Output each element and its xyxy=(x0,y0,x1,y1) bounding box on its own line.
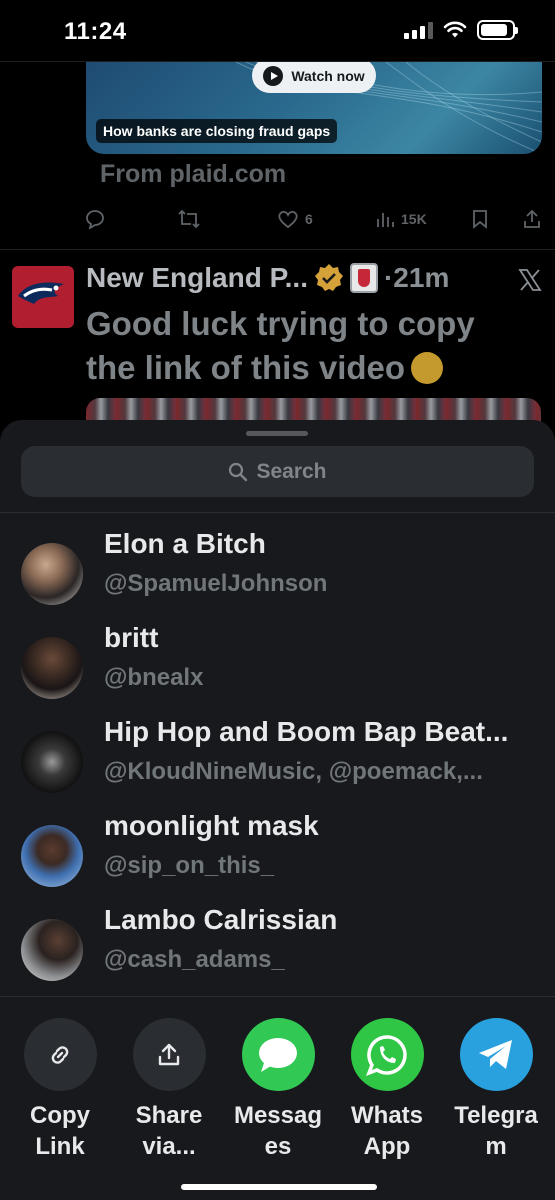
promo-source-link[interactable]: From plaid.com xyxy=(100,160,286,189)
status-time: 11:24 xyxy=(64,18,127,45)
contact-handle: @KloudNineMusic, @poemack,... xyxy=(104,758,483,785)
share-via-button[interactable]: Share via... xyxy=(119,1018,219,1162)
contact-row[interactable]: Lambo Calrissian @cash_adams_ xyxy=(0,904,555,998)
like-button[interactable]: 6 xyxy=(277,209,313,229)
cellular-signal-icon xyxy=(404,21,433,39)
promo-video-card[interactable]: Watch now How banks are closing fraud ga… xyxy=(86,62,542,154)
contact-row[interactable]: moonlight mask @sip_on_this_ xyxy=(0,810,555,904)
contact-row[interactable]: britt @bnealx xyxy=(0,622,555,716)
whatsapp-share-button[interactable]: Whats App xyxy=(337,1018,437,1162)
tweet-time: ·21m xyxy=(383,262,450,293)
contact-handle: @sip_on_this_ xyxy=(104,852,275,879)
search-icon xyxy=(229,462,248,481)
watch-now-label: Watch now xyxy=(291,67,365,84)
contact-handle: @bnealx xyxy=(104,664,204,691)
telegram-icon xyxy=(459,1018,533,1091)
author-avatar[interactable] xyxy=(12,266,74,328)
author-name[interactable]: New England P... xyxy=(86,262,308,294)
messages-share-button[interactable]: Messag es xyxy=(228,1018,328,1162)
contact-name: britt xyxy=(104,622,159,653)
link-icon xyxy=(23,1018,97,1091)
divider xyxy=(0,996,555,997)
relieved-face-emoji-icon xyxy=(411,352,444,384)
views-button[interactable]: 15K xyxy=(375,209,427,229)
search-placeholder: Search xyxy=(256,459,327,483)
search-input[interactable]: Search xyxy=(21,446,534,497)
contact-name: Lambo Calrissian xyxy=(104,904,338,935)
nfl-affiliate-badge-icon xyxy=(349,263,378,293)
share-icon xyxy=(524,209,540,228)
messages-label: Messag es xyxy=(233,1102,323,1160)
share-upload-icon xyxy=(132,1018,206,1091)
contact-row[interactable]: Elon a Bitch @SpamuelJohnson xyxy=(0,528,555,622)
battery-icon xyxy=(477,20,518,40)
contact-name: moonlight mask xyxy=(104,810,319,841)
bookmark-button[interactable] xyxy=(471,209,489,229)
tweet-actions: 6 15K xyxy=(84,205,549,241)
patriots-logo-icon xyxy=(18,282,64,304)
x-logo-icon xyxy=(518,269,542,291)
promo-caption: How banks are closing fraud gaps xyxy=(96,119,338,143)
watch-now-button[interactable]: Watch now xyxy=(252,62,376,93)
contact-name: Elon a Bitch xyxy=(104,528,266,559)
view-count: 15K xyxy=(401,211,427,227)
reply-icon xyxy=(86,210,104,229)
bookmark-icon xyxy=(473,210,487,229)
play-icon xyxy=(263,65,284,86)
contact-handle: @cash_adams_ xyxy=(104,946,285,973)
telegram-share-button[interactable]: Telegra m xyxy=(446,1018,546,1162)
share-sheet: Search Elon a Bitch @SpamuelJohnson brit… xyxy=(0,420,555,1200)
retweet-button[interactable] xyxy=(177,209,201,229)
avatar xyxy=(21,637,83,699)
avatar xyxy=(21,543,83,605)
contact-handle: @SpamuelJohnson xyxy=(104,570,328,597)
wifi-icon xyxy=(443,21,467,38)
copy-link-button[interactable]: Copy Link xyxy=(10,1018,110,1162)
reply-button[interactable] xyxy=(84,209,106,229)
copy-link-label: Copy Link xyxy=(30,1102,90,1160)
avatar xyxy=(21,919,83,981)
status-bar: 11:24 xyxy=(0,0,555,62)
sheet-grabber-handle[interactable] xyxy=(246,431,308,436)
divider xyxy=(0,512,555,513)
like-count: 6 xyxy=(305,211,313,227)
status-icons xyxy=(404,20,518,40)
views-icon xyxy=(377,213,394,227)
share-via-label: Share via... xyxy=(135,1102,203,1160)
avatar xyxy=(21,825,83,887)
battery-level xyxy=(481,24,507,36)
home-indicator[interactable] xyxy=(181,1184,377,1190)
group-avatar xyxy=(21,731,83,793)
telegram-label: Telegra m xyxy=(454,1102,538,1160)
contact-row[interactable]: Hip Hop and Boom Bap Beat... @KloudNineM… xyxy=(0,716,555,810)
divider xyxy=(0,249,555,250)
retweet-icon xyxy=(178,209,200,229)
messages-icon xyxy=(241,1018,315,1091)
contact-name: Hip Hop and Boom Bap Beat... xyxy=(104,716,509,747)
tweet-header: New England P... ·21m xyxy=(86,262,449,294)
whatsapp-label: Whats App xyxy=(351,1102,423,1160)
verified-gold-badge-icon xyxy=(314,264,343,291)
tweet-text: Good luck trying to copy the link of thi… xyxy=(86,302,526,390)
share-button[interactable] xyxy=(522,209,542,229)
whatsapp-icon xyxy=(350,1018,424,1091)
heart-icon xyxy=(278,210,298,229)
